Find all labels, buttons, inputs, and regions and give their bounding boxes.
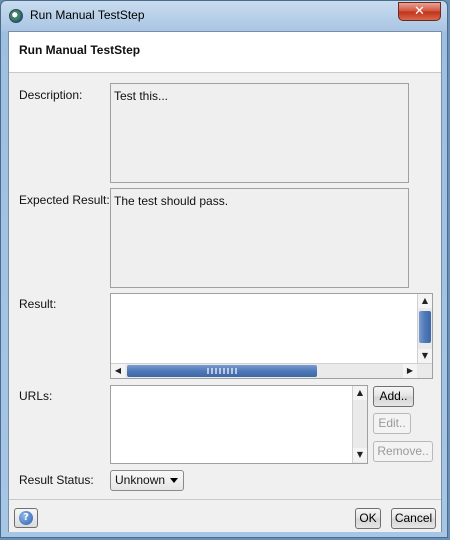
app-icon [9, 9, 23, 23]
result-status-label: Result Status: [19, 473, 94, 487]
scroll-down-icon[interactable]: ▼ [353, 448, 367, 462]
remove-url-button[interactable]: Remove.. [373, 441, 433, 462]
dialog-content: Run Manual TestStep Description: Test th… [8, 31, 442, 532]
scroll-down-icon[interactable]: ▼ [418, 349, 432, 363]
expected-result-field[interactable]: The test should pass. [110, 188, 409, 288]
result-horizontal-scrollbar[interactable]: ◀ ▶ [111, 363, 432, 378]
dialog-header: Run Manual TestStep [9, 32, 441, 73]
scroll-right-icon[interactable]: ▶ [403, 364, 417, 378]
title-bar[interactable]: Run Manual TestStep ✕ [1, 1, 447, 31]
add-url-button[interactable]: Add.. [373, 386, 414, 407]
description-label: Description: [19, 88, 83, 102]
result-textarea[interactable]: ▲ ▼ ◀ ▶ [110, 293, 433, 379]
result-vertical-scrollbar[interactable]: ▲ ▼ [417, 294, 432, 364]
result-label: Result: [19, 297, 57, 311]
edit-url-button[interactable]: Edit.. [373, 413, 411, 434]
ok-button[interactable]: OK [355, 508, 381, 529]
help-icon: ? [19, 511, 33, 525]
result-status-value: Unknown [115, 473, 166, 487]
dialog-window: Run Manual TestStep ✕ Run Manual TestSte… [0, 0, 448, 538]
header-title: Run Manual TestStep [19, 43, 141, 57]
scroll-up-icon[interactable]: ▲ [353, 386, 367, 400]
chevron-down-icon [170, 478, 178, 483]
close-button[interactable]: ✕ [398, 2, 441, 21]
urls-label: URLs: [19, 389, 53, 403]
result-status-select[interactable]: Unknown [110, 470, 184, 491]
urls-vertical-scrollbar[interactable]: ▲ ▼ [352, 386, 367, 463]
scroll-left-icon[interactable]: ◀ [111, 364, 125, 378]
help-button[interactable]: ? [14, 508, 38, 528]
expected-result-label: Expected Result: [19, 193, 110, 207]
dialog-footer: ? OK Cancel [9, 499, 441, 532]
description-field[interactable]: Test this... [110, 83, 409, 183]
urls-list[interactable]: ▲ ▼ [110, 385, 368, 464]
cancel-button[interactable]: Cancel [391, 508, 436, 529]
window-title: Run Manual TestStep [30, 8, 145, 22]
close-icon: ✕ [414, 4, 425, 19]
vertical-scroll-thumb[interactable] [419, 311, 431, 343]
scroll-up-icon[interactable]: ▲ [418, 294, 432, 308]
horizontal-scroll-thumb[interactable] [127, 365, 317, 377]
